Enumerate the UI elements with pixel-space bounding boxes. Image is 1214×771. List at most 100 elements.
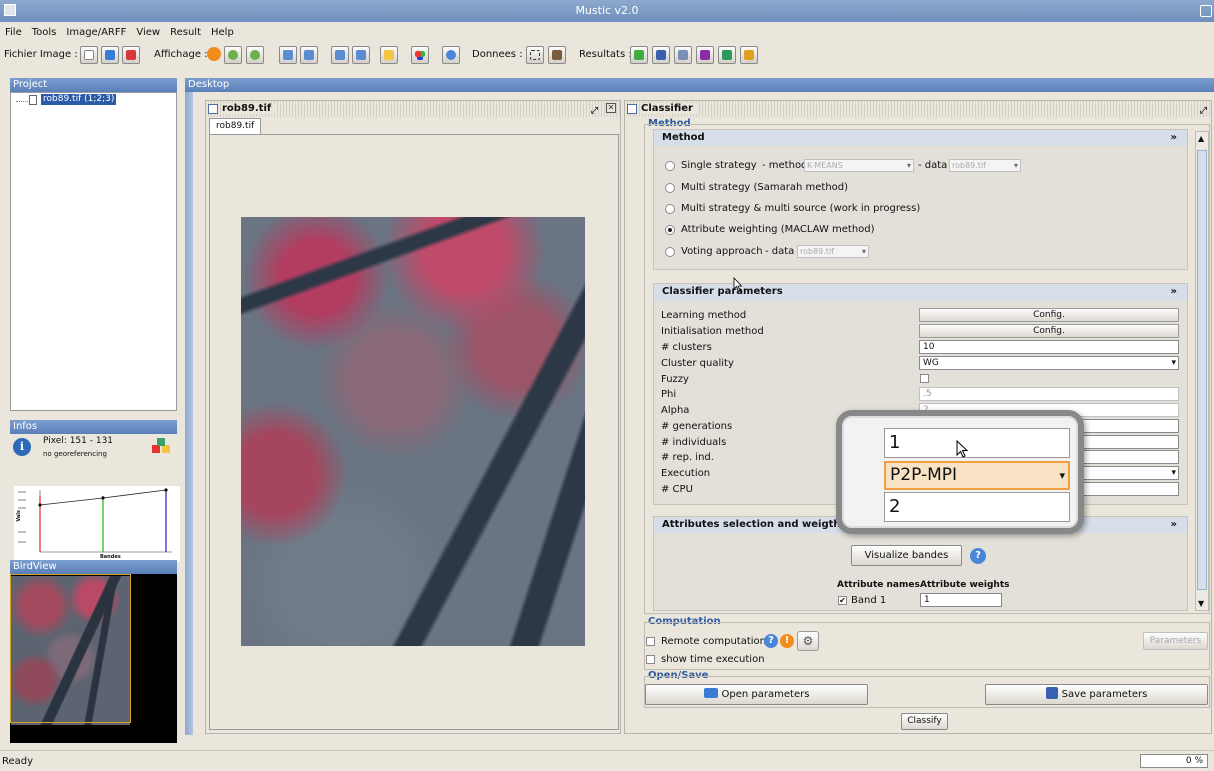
method-scrollbar[interactable]: ▲ ▼ bbox=[1195, 131, 1209, 611]
zoom-out-button[interactable] bbox=[246, 46, 264, 64]
zoom-cpu-field[interactable]: 2 bbox=[884, 492, 1070, 522]
select-area-button[interactable] bbox=[526, 46, 544, 64]
zoom-execution-select[interactable]: P2P-MPI ▾ bbox=[884, 461, 1070, 490]
scroll-up-icon[interactable]: ▲ bbox=[1198, 134, 1204, 143]
voting-data-select[interactable]: rob89.tif bbox=[797, 245, 869, 258]
open-file-button[interactable] bbox=[101, 46, 119, 64]
frame-icon bbox=[208, 104, 218, 114]
remove-band-c-button[interactable] bbox=[352, 46, 370, 64]
data-label: - data bbox=[918, 160, 948, 171]
phi-field[interactable]: .5 bbox=[919, 387, 1179, 401]
collapse-icon[interactable]: » bbox=[1171, 130, 1177, 146]
image-data-icon bbox=[552, 50, 562, 60]
menu-tools[interactable]: Tools bbox=[27, 24, 62, 41]
zoom-in-icon bbox=[228, 50, 238, 60]
save-parameters-button[interactable]: Save parameters bbox=[985, 684, 1208, 705]
visualize-bandes-button[interactable]: Visualize bandes bbox=[851, 545, 962, 566]
band-1-checkbox[interactable]: ✔ bbox=[838, 596, 847, 605]
clusters-field[interactable]: 10 bbox=[919, 340, 1179, 354]
birdview-canvas[interactable] bbox=[10, 574, 177, 743]
menu-view[interactable]: View bbox=[131, 24, 165, 41]
remove-band-b-button[interactable] bbox=[300, 46, 318, 64]
filter-icon bbox=[700, 50, 710, 60]
frame-icon bbox=[627, 104, 637, 114]
init-config-button[interactable]: Config. bbox=[919, 324, 1179, 338]
help-icon[interactable]: ? bbox=[970, 548, 986, 564]
window-control-button[interactable] bbox=[1200, 5, 1212, 17]
parameters-button[interactable]: Parameters bbox=[1143, 632, 1208, 650]
open-result-button[interactable] bbox=[630, 46, 648, 64]
open-parameters-button[interactable]: Open parameters bbox=[645, 684, 868, 705]
add-band-c-button[interactable] bbox=[331, 46, 349, 64]
attribute-weights-header: Attribute weights bbox=[920, 580, 1010, 590]
scroll-down-icon[interactable]: ▼ bbox=[1198, 599, 1204, 608]
warning-icon[interactable]: ! bbox=[780, 634, 794, 648]
band-point-3 bbox=[164, 488, 168, 492]
save-result-button[interactable] bbox=[652, 46, 670, 64]
remote-computation-checkbox[interactable] bbox=[646, 637, 655, 646]
zoom-callout: 1 P2P-MPI ▾ 2 bbox=[836, 410, 1084, 534]
multi-strategy-radio[interactable] bbox=[665, 183, 675, 193]
warning-button[interactable] bbox=[206, 46, 224, 64]
project-panel-title: Project bbox=[10, 78, 177, 92]
gear-icon[interactable]: ⚙ bbox=[797, 631, 819, 651]
save-icon bbox=[656, 50, 666, 60]
attribute-weighting-radio[interactable] bbox=[665, 225, 675, 235]
phi-label: Phi bbox=[661, 389, 677, 400]
method-scrollbar-thumb[interactable] bbox=[1197, 150, 1207, 590]
cluster-quality-select[interactable]: WG ▾ bbox=[919, 356, 1179, 370]
menu-result[interactable]: Result bbox=[165, 24, 206, 41]
search-icon bbox=[678, 50, 688, 60]
image-frame-title: rob89.tif bbox=[222, 103, 278, 114]
filter-result-button[interactable] bbox=[696, 46, 714, 64]
data-select[interactable]: rob89.tif bbox=[949, 159, 1021, 172]
learning-config-button[interactable]: Config. bbox=[919, 308, 1179, 322]
menu-bar: File Tools Image/ARFF View Result Help bbox=[0, 24, 1214, 41]
frame-close-button[interactable]: ✕ bbox=[606, 103, 616, 113]
donnees-label: Donnees : bbox=[472, 49, 523, 60]
add-band-b-button[interactable] bbox=[279, 46, 297, 64]
hand-button[interactable] bbox=[380, 46, 398, 64]
classifier-titlebar[interactable]: Classifier ⤢ bbox=[625, 101, 1211, 117]
menu-file[interactable]: File bbox=[0, 24, 27, 41]
zoom-in-button[interactable] bbox=[224, 46, 242, 64]
hierarchy-result-button[interactable] bbox=[740, 46, 758, 64]
show-time-checkbox[interactable] bbox=[646, 655, 655, 664]
menu-image-arff[interactable]: Image/ARFF bbox=[61, 24, 131, 41]
collapse-icon[interactable]: » bbox=[1171, 284, 1177, 300]
multi-source-label: Multi strategy & multi source (work in p… bbox=[681, 203, 921, 214]
export-result-button[interactable] bbox=[718, 46, 736, 64]
image-frame-titlebar[interactable]: rob89.tif ⤢ ✕ bbox=[206, 101, 620, 117]
rgb-button[interactable] bbox=[411, 46, 429, 64]
collapse-icon[interactable]: » bbox=[1171, 517, 1177, 533]
search-result-button[interactable] bbox=[674, 46, 692, 64]
method-section-header[interactable]: Method » bbox=[654, 130, 1187, 146]
menu-help[interactable]: Help bbox=[206, 24, 239, 41]
cubes-icon[interactable] bbox=[151, 437, 173, 455]
new-file-button[interactable] bbox=[80, 46, 98, 64]
refresh-button[interactable] bbox=[442, 46, 460, 64]
method-select[interactable]: K-MEANS bbox=[804, 159, 914, 172]
voting-radio[interactable] bbox=[665, 247, 675, 257]
project-panel: Project rob89.tif (1;2;3) bbox=[10, 78, 177, 411]
classifier-restore-button[interactable]: ⤢ bbox=[1200, 103, 1207, 119]
single-strategy-radio[interactable] bbox=[665, 161, 675, 171]
status-text: Ready bbox=[2, 756, 34, 767]
image-frame: rob89.tif ⤢ ✕ rob89.tif bbox=[205, 100, 621, 734]
window-title: Mustic v2.0 bbox=[575, 4, 639, 17]
birdview-viewport[interactable] bbox=[10, 574, 131, 723]
info-icon: i bbox=[13, 438, 31, 456]
refresh-icon bbox=[446, 50, 456, 60]
band-1-weight-field[interactable]: 1 bbox=[920, 593, 1002, 607]
fuzzy-checkbox[interactable] bbox=[920, 374, 929, 383]
classify-button[interactable]: Classify bbox=[901, 713, 948, 730]
close-file-button[interactable] bbox=[122, 46, 140, 64]
project-item-rob89[interactable]: rob89.tif (1;2;3) bbox=[41, 94, 117, 105]
image-viewport[interactable] bbox=[209, 134, 619, 730]
zoom-individuals-field[interactable]: 1 bbox=[884, 428, 1070, 458]
mouse-cursor-icon bbox=[733, 276, 744, 293]
multi-source-radio[interactable] bbox=[665, 204, 675, 214]
help-icon[interactable]: ? bbox=[764, 634, 778, 648]
image-data-button[interactable] bbox=[548, 46, 566, 64]
tab-rob89[interactable]: rob89.tif bbox=[209, 118, 262, 134]
